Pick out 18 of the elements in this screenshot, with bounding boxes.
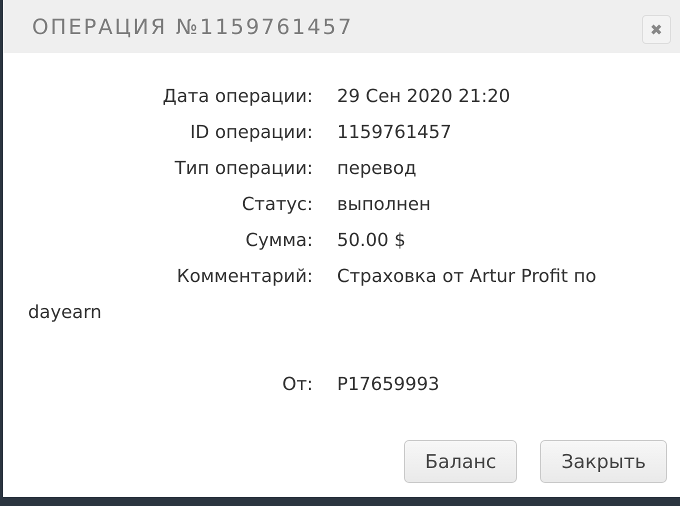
field-label: Статус: [240,193,313,217]
field-value: выполнен [337,194,431,215]
field-value: перевод [337,158,416,179]
field-value: 1159761457 [337,122,452,143]
field-value: 29 Сен 2020 21:20 [337,86,510,107]
field-value: dayearn [28,302,102,323]
field-label: Дата операции: [162,85,313,109]
field-label: Сумма: [244,229,313,253]
field-value: Страховка от Artur Profit по [337,266,596,287]
dialog-button[interactable]: Баланс [404,440,518,483]
field-label: Комментарий: [176,265,313,289]
dialog-title: ОПЕРАЦИЯ №1159761457 [32,14,354,38]
field-value: P17659993 [337,374,440,395]
field-label: От: [281,373,313,397]
field-label: Тип операции: [174,157,313,181]
dialog-button[interactable]: Закрыть [540,440,667,483]
field-value: 50.00 $ [337,230,406,251]
field-label: ID операции: [189,121,313,145]
